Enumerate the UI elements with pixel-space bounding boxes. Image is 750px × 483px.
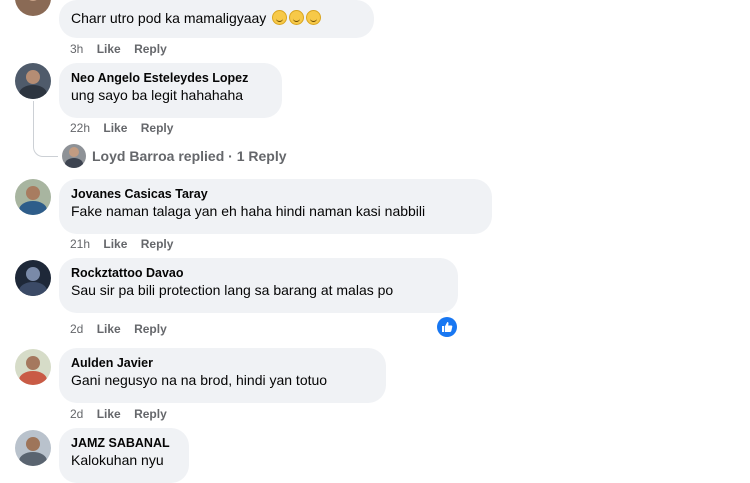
comment-text: Charr utro pod ka mamaligyaay [71, 9, 362, 28]
reply-button[interactable]: Reply [141, 121, 174, 135]
comment-text: ung sayo ba legit hahahaha [71, 87, 244, 103]
comment-bubble: JAMZ SABANAL Kalokuhan nyu [59, 428, 189, 483]
comment-author[interactable]: Aulden Javier [71, 355, 374, 371]
comment-time[interactable]: 22h [70, 121, 90, 135]
comment-text: Gani negusyo na na brod, hindi yan totuo [71, 372, 328, 388]
comment-time[interactable]: 21h [70, 237, 90, 251]
replies-summary: Loyd Barroa replied · 1 Reply [92, 148, 287, 164]
reply-button[interactable]: Reply [134, 407, 167, 421]
comment-author[interactable]: JAMZ SABANAL [71, 435, 177, 451]
comment-author[interactable]: Jovanes Casicas Taray [71, 186, 480, 202]
comment-bubble: Neo Angelo Esteleydes Lopez ung sayo ba … [59, 63, 282, 118]
comment-meta: 22h Like Reply [70, 121, 183, 135]
avatar[interactable] [15, 260, 51, 296]
avatar[interactable] [15, 179, 51, 215]
grinning-sweat-emoji-icon [306, 10, 322, 25]
avatar[interactable] [15, 63, 51, 99]
comment-author[interactable]: Neo Angelo Esteleydes Lopez [71, 70, 270, 86]
thread-connector [33, 140, 58, 157]
comment-meta: 2d Like Reply [70, 407, 177, 421]
comment-bubble: Rockztattoo Davao Sau sir pa bili protec… [59, 258, 458, 313]
grinning-sweat-emoji-icon [289, 10, 305, 25]
comment-bubble: Charr utro pod ka mamaligyaay [59, 0, 374, 38]
comment-bubble: Jovanes Casicas Taray Fake naman talaga … [59, 179, 492, 234]
comment-meta: 3h Like Reply [70, 42, 177, 56]
reply-button[interactable]: Reply [141, 237, 174, 251]
avatar[interactable] [15, 0, 51, 16]
comment-author[interactable]: Rockztattoo Davao [71, 265, 446, 281]
thread-line [33, 101, 34, 145]
grinning-sweat-emoji-icon [272, 10, 288, 25]
comment-meta: 21h Like Reply [70, 237, 183, 251]
avatar[interactable] [15, 349, 51, 385]
view-replies-link[interactable]: Loyd Barroa replied · 1 Reply [62, 143, 287, 169]
comment-time[interactable]: 2d [70, 407, 83, 421]
comment-text: Sau sir pa bili protection lang sa baran… [71, 282, 394, 298]
like-button[interactable]: Like [103, 237, 127, 251]
reply-avatar [62, 144, 86, 168]
comment-time[interactable]: 2d [70, 322, 83, 336]
comment-bubble: Aulden Javier Gani negusyo na na brod, h… [59, 348, 386, 403]
comment-meta: 2d Like Reply [70, 322, 177, 336]
comment-text: Kalokuhan nyu [71, 452, 164, 468]
reply-button[interactable]: Reply [134, 42, 167, 56]
reply-button[interactable]: Reply [134, 322, 167, 336]
comment-time[interactable]: 3h [70, 42, 83, 56]
like-button[interactable]: Like [97, 42, 121, 56]
comment-text: Fake naman talaga yan eh haha hindi nama… [71, 203, 426, 219]
like-button[interactable]: Like [103, 121, 127, 135]
avatar[interactable] [15, 430, 51, 466]
like-button[interactable]: Like [97, 322, 121, 336]
like-reaction-icon[interactable] [437, 317, 457, 337]
like-button[interactable]: Like [97, 407, 121, 421]
